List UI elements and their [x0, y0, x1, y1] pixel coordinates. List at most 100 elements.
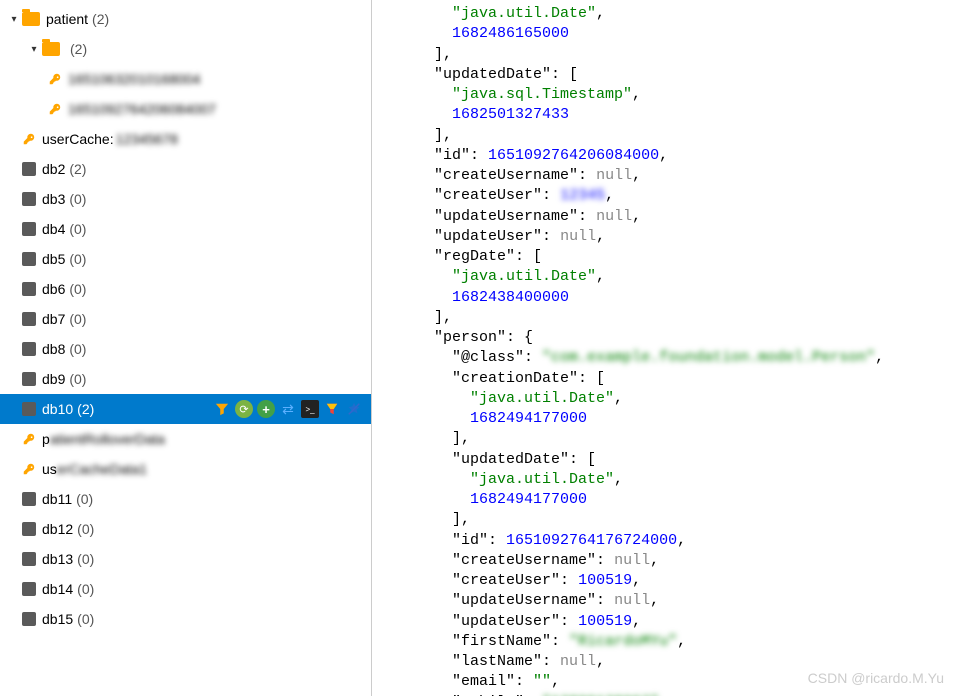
- tree-key-usercache[interactable]: userCache: 12345678: [0, 124, 371, 154]
- key-label: patientRolloverData: [42, 431, 165, 447]
- key-label: userCache:: [42, 131, 114, 147]
- tree-key-1[interactable]: 16510632010168004: [0, 64, 371, 94]
- tree-db-db13[interactable]: db13 (0): [0, 544, 371, 574]
- code-line: "person": {: [372, 328, 956, 348]
- folder-count: (2): [70, 41, 87, 57]
- db-icon: [22, 372, 36, 386]
- db-label: db5: [42, 251, 65, 267]
- code-line: "updatedDate": [: [372, 450, 956, 470]
- tree-sidebar[interactable]: patient (2) (2) 16510632010168004 165109…: [0, 0, 372, 696]
- db-icon: [22, 552, 36, 566]
- code-line: "createUser": 12345,: [372, 186, 956, 206]
- db-toolbar: ⟳ + ⇄ >_: [213, 400, 371, 418]
- tree-db-db3[interactable]: db3 (0): [0, 184, 371, 214]
- tree-folder-sub[interactable]: (2): [0, 34, 371, 64]
- tree-db-db7[interactable]: db7 (0): [0, 304, 371, 334]
- key-label: 1651092764206084007: [68, 101, 216, 117]
- terminal-icon[interactable]: >_: [301, 400, 319, 418]
- refresh-icon[interactable]: ⟳: [235, 400, 253, 418]
- code-line: "java.util.Date",: [372, 470, 956, 490]
- db-icon: [22, 522, 36, 536]
- code-line: "java.util.Date",: [372, 4, 956, 24]
- tree-key-db10-1[interactable]: userCacheData1: [0, 454, 371, 484]
- spacer: [8, 373, 20, 385]
- db-label: db3: [42, 191, 65, 207]
- db-icon: [22, 582, 36, 596]
- spacer: [8, 223, 20, 235]
- key-icon: [22, 462, 36, 476]
- tree-db-db5[interactable]: db5 (0): [0, 244, 371, 274]
- db-icon: [22, 492, 36, 506]
- db-count: (0): [69, 221, 86, 237]
- code-line: "mobile": "13800138007",: [372, 693, 956, 696]
- key-icon: [48, 102, 62, 116]
- code-line: 1682486165000: [372, 24, 956, 44]
- tree-db-db15[interactable]: db15 (0): [0, 604, 371, 634]
- tree-db10[interactable]: db10 (2) ⟳ + ⇄ >_: [0, 394, 371, 424]
- tree-db-db6[interactable]: db6 (0): [0, 274, 371, 304]
- tree-db-db12[interactable]: db12 (0): [0, 514, 371, 544]
- db-count: (0): [76, 491, 93, 507]
- db-count: (0): [77, 581, 94, 597]
- code-line: "@class": "com.example.foundation.model.…: [372, 348, 956, 368]
- db-count: (0): [69, 341, 86, 357]
- spacer: [8, 613, 20, 625]
- spacer: [8, 493, 20, 505]
- code-line: "updatedDate": [: [372, 65, 956, 85]
- db-label: db15: [42, 611, 73, 627]
- key-icon: [22, 432, 36, 446]
- spacer: [8, 403, 20, 415]
- tree-db-db9[interactable]: db9 (0): [0, 364, 371, 394]
- db-label: db6: [42, 281, 65, 297]
- code-line: ],: [372, 308, 956, 328]
- add-icon[interactable]: +: [257, 400, 275, 418]
- json-viewer[interactable]: "java.util.Date", 1682486165000 ], "upda…: [372, 0, 956, 696]
- db-count: (0): [69, 191, 86, 207]
- code-line: "updateUsername": null,: [372, 591, 956, 611]
- spacer: [8, 313, 20, 325]
- tree-folder-patient[interactable]: patient (2): [0, 4, 371, 34]
- db-label: db13: [42, 551, 73, 567]
- db-label: db7: [42, 311, 65, 327]
- code-line: 1682438400000: [372, 288, 956, 308]
- code-line: ],: [372, 126, 956, 146]
- spacer: [8, 133, 20, 145]
- code-line: "updateUser": null,: [372, 227, 956, 247]
- code-line: "updateUsername": null,: [372, 207, 956, 227]
- folder-label: patient: [46, 11, 88, 27]
- tree-db-db2[interactable]: db2 (2): [0, 154, 371, 184]
- code-line: "createUsername": null,: [372, 551, 956, 571]
- spacer: [8, 553, 20, 565]
- spacer: [8, 433, 20, 445]
- code-line: "regDate": [: [372, 247, 956, 267]
- db-label: db8: [42, 341, 65, 357]
- db-count: (0): [69, 251, 86, 267]
- filter-icon[interactable]: [213, 400, 231, 418]
- db-count: (0): [69, 281, 86, 297]
- db-icon: [22, 192, 36, 206]
- code-line: 1682494177000: [372, 409, 956, 429]
- tree-db-db14[interactable]: db14 (0): [0, 574, 371, 604]
- code-line: "creationDate": [: [372, 369, 956, 389]
- tree-key-db10-0[interactable]: patientRolloverData: [0, 424, 371, 454]
- code-line: ],: [372, 429, 956, 449]
- db-label: db4: [42, 221, 65, 237]
- db-label: db10: [42, 401, 73, 417]
- db-icon: [22, 282, 36, 296]
- tree-db-db11[interactable]: db11 (0): [0, 484, 371, 514]
- spacer: [8, 253, 20, 265]
- db-label: db14: [42, 581, 73, 597]
- code-line: "updateUser": 100519,: [372, 612, 956, 632]
- analyze-icon[interactable]: [345, 400, 363, 418]
- code-line: "createUser": 100519,: [372, 571, 956, 591]
- spacer: [8, 163, 20, 175]
- db-count: (2): [77, 401, 94, 417]
- tree-key-2[interactable]: 1651092764206084007: [0, 94, 371, 124]
- sync-icon[interactable]: ⇄: [279, 400, 297, 418]
- db-label: db9: [42, 371, 65, 387]
- code-line: "firstName": "RicardoMYu",: [372, 632, 956, 652]
- tree-db-db4[interactable]: db4 (0): [0, 214, 371, 244]
- db-icon: [22, 162, 36, 176]
- funnel-icon[interactable]: [323, 400, 341, 418]
- tree-db-db8[interactable]: db8 (0): [0, 334, 371, 364]
